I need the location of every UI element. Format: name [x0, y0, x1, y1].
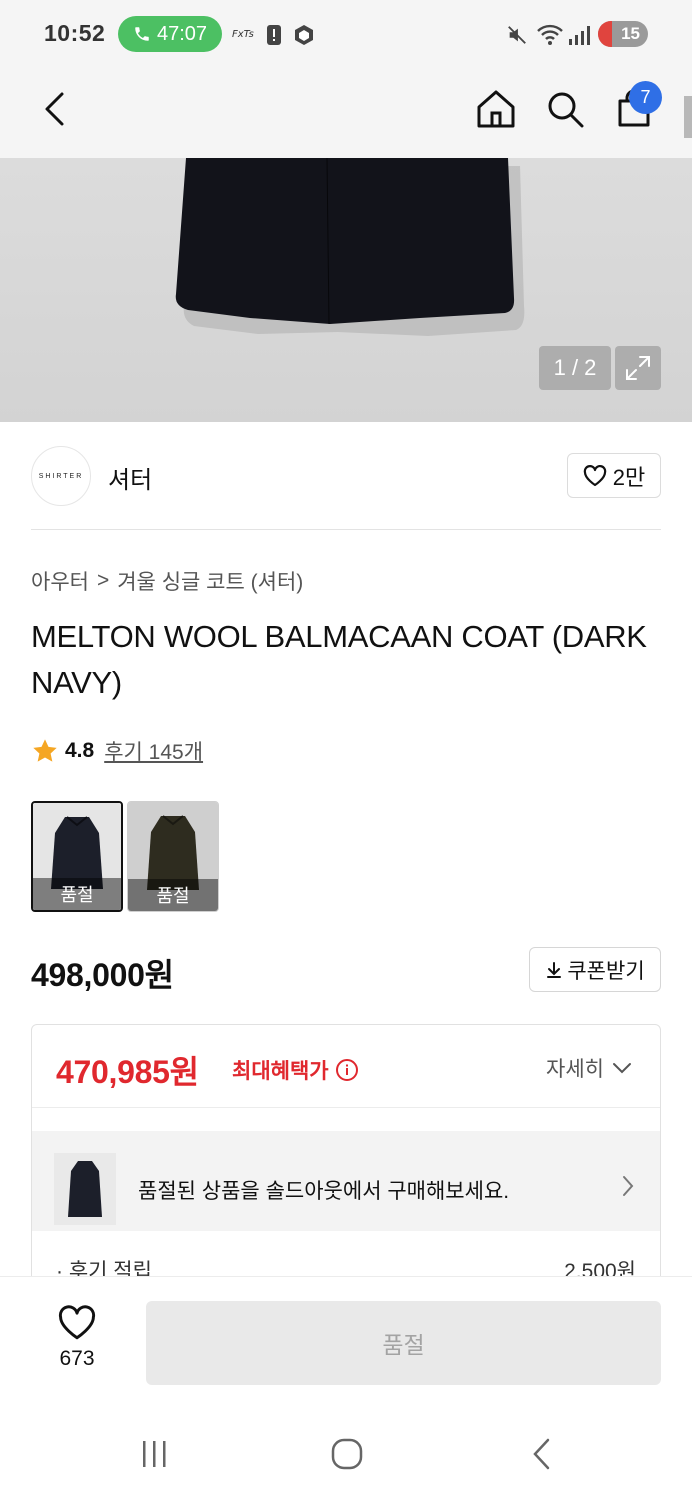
color-option-dark-navy[interactable]: 품절	[31, 801, 123, 912]
soldout-banner[interactable]: 품절된 상품을 솔드아웃에서 구매해보세요.	[32, 1131, 660, 1231]
home-button[interactable]	[471, 84, 521, 134]
divider	[31, 529, 661, 530]
rating-row: 4.8 후기 145개	[31, 736, 203, 766]
max-benefit-text: 최대혜택가	[232, 1060, 329, 1083]
back-chevron-icon	[533, 1438, 550, 1470]
heart-icon	[583, 464, 606, 486]
breadcrumb-subcategory[interactable]: 겨울 싱글 코트 (셔터)	[117, 566, 303, 596]
info-icon[interactable]	[335, 1058, 359, 1082]
max-benefit-label: 최대혜택가	[232, 1055, 359, 1085]
brand-like-button[interactable]: 2만	[567, 453, 661, 498]
home-circle-icon	[331, 1438, 363, 1470]
heart-icon	[58, 1305, 96, 1340]
max-benefit-price: 470,985원	[56, 1054, 199, 1090]
mute-icon	[508, 26, 526, 44]
benefit-panel: 470,985원 최대혜택가 자세히 품절된 상품을 솔드아웃에서 구매해보세요…	[31, 1024, 661, 1284]
detail-toggle-label: 자세히	[546, 1058, 604, 1081]
breadcrumb-category[interactable]: 아우터	[31, 566, 89, 596]
download-icon	[547, 961, 562, 978]
soldout-message: 품절된 상품을 솔드아웃에서 구매해보세요.	[138, 1180, 510, 1203]
search-button[interactable]	[540, 84, 590, 134]
coupon-button[interactable]: 쿠폰받기	[529, 947, 661, 992]
coupon-label: 쿠폰받기	[567, 959, 645, 983]
recent-apps-button[interactable]	[134, 1434, 174, 1474]
wifi-icon	[537, 24, 563, 45]
brand-name[interactable]: 셔터	[108, 460, 152, 495]
bottom-action-bar: 673 품절	[0, 1276, 692, 1400]
alert-icon	[267, 25, 281, 45]
system-navigation-bar	[0, 1400, 692, 1500]
cube-icon	[295, 25, 313, 45]
chevron-down-icon	[613, 1063, 631, 1074]
home-nav-button[interactable]	[327, 1434, 367, 1474]
call-timer-pill[interactable]: 47:07	[118, 16, 222, 52]
status-bar: 10:52 47:07 FxTs 15	[0, 0, 692, 66]
scrollbar[interactable]	[684, 96, 692, 138]
detail-toggle[interactable]: 자세히	[546, 1053, 632, 1083]
image-counter: 1 / 2	[539, 346, 611, 390]
breadcrumb: 아우터 > 겨울 싱글 코트 (셔터)	[31, 566, 303, 596]
call-timer: 47:07	[156, 22, 208, 45]
product-price: 498,000원	[31, 957, 174, 993]
search-icon	[548, 92, 584, 128]
recent-apps-icon	[143, 1441, 166, 1467]
home-icon	[477, 90, 515, 128]
back-nav-button[interactable]	[522, 1434, 562, 1474]
coat-thumbnail	[68, 1161, 102, 1217]
wishlist-count: 673	[59, 1347, 95, 1370]
battery-indicator: 15	[598, 21, 648, 47]
app-notification-icon: FxTs	[232, 29, 254, 40]
phone-icon	[135, 27, 149, 41]
battery-level: 15	[621, 24, 640, 43]
brand-logo[interactable]: SHIRTER	[31, 446, 91, 506]
buy-button[interactable]: 품절	[146, 1301, 661, 1385]
benefit-header[interactable]: 470,985원 최대혜택가 자세히	[32, 1025, 660, 1108]
color-option-olive[interactable]: 품절	[127, 801, 219, 912]
sold-out-label: 품절	[128, 879, 218, 911]
fullscreen-button[interactable]	[615, 346, 661, 390]
sold-out-label: 품절	[33, 878, 121, 910]
star-icon	[33, 739, 57, 762]
wishlist-button[interactable]: 673	[44, 1305, 110, 1371]
review-link[interactable]: 후기 145개	[104, 736, 203, 766]
signal-icon	[569, 26, 590, 45]
soldout-thumbnail	[54, 1153, 116, 1225]
status-time: 10:52	[44, 20, 106, 46]
product-title: MELTON WOOL BALMACAAN COAT (DARK NAVY)	[31, 619, 647, 700]
chevron-right-icon	[622, 1175, 634, 1202]
svg-text:FxTs: FxTs	[232, 29, 254, 40]
rating-value: 4.8	[65, 739, 95, 762]
breadcrumb-separator: >	[96, 569, 110, 592]
back-button[interactable]	[30, 84, 80, 134]
brand-like-count: 2만	[612, 464, 646, 490]
expand-icon	[626, 356, 650, 380]
back-arrow-icon	[45, 92, 64, 126]
cart-count-badge: 7	[629, 81, 662, 114]
top-navigation	[0, 66, 692, 158]
